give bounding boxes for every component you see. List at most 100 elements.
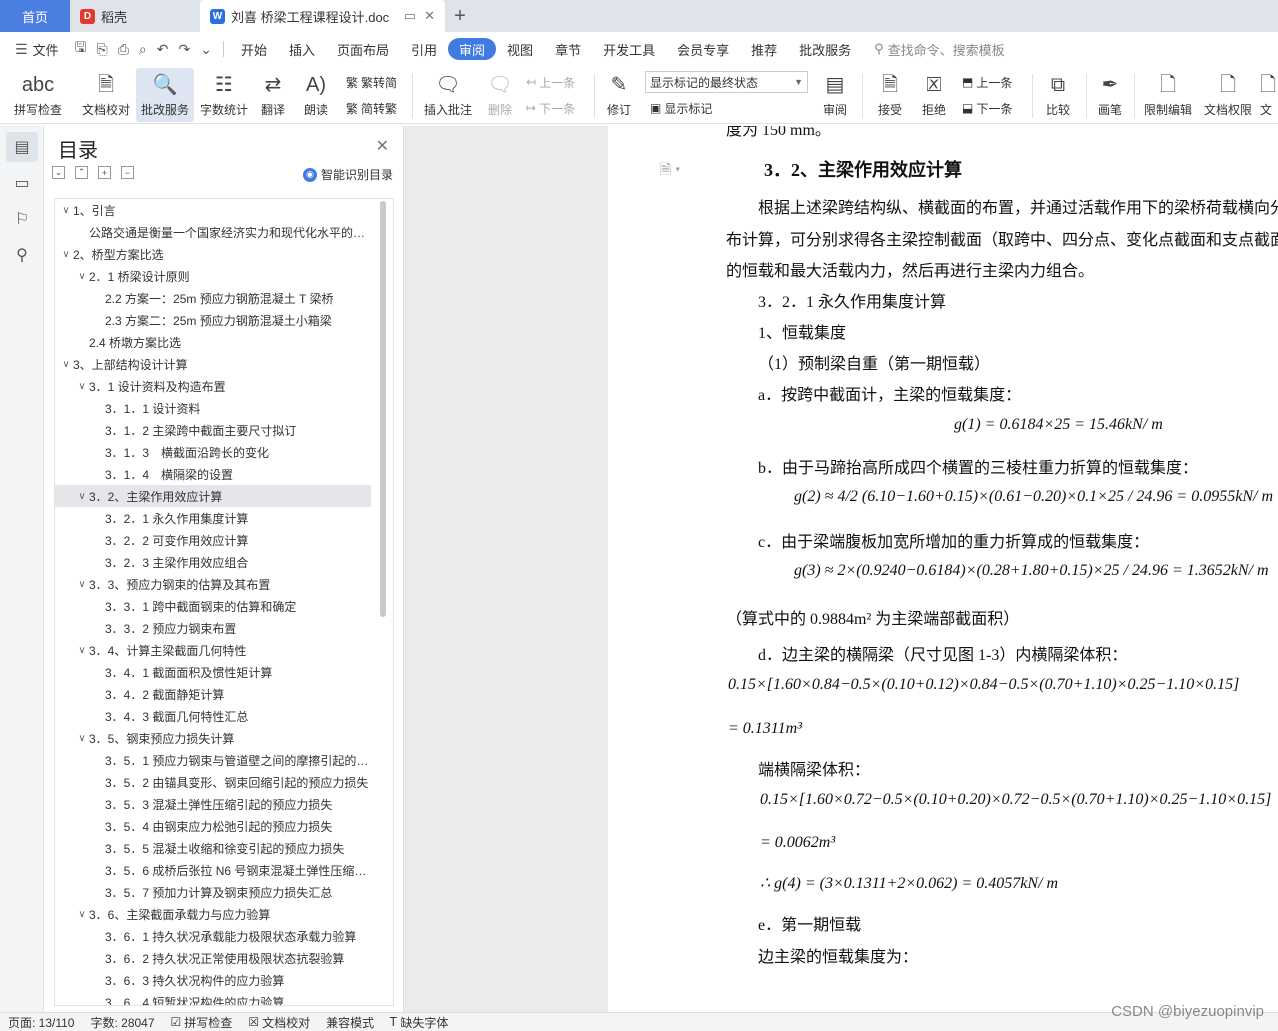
toc-item[interactable]: 3．5．6 成桥后张拉 N6 号钢束混凝土弹性压缩引起的预应力损失 xyxy=(55,859,371,881)
accept-button[interactable]: 🗎 接受 xyxy=(870,68,910,122)
chevron-down-icon[interactable]: ∨ xyxy=(59,359,73,370)
toc-item[interactable]: 公路交通是衡量一个国家经济实力和现代化水平的重要标志... xyxy=(55,221,371,243)
chevron-down-icon[interactable]: ∨ xyxy=(75,909,89,920)
chevron-down-icon[interactable]: ∨ xyxy=(75,645,89,656)
menu-reference[interactable]: 引用 xyxy=(400,38,448,60)
doc-permission-button[interactable]: 🗋 文档权限 xyxy=(1200,68,1256,122)
toc-item[interactable]: 3．5．3 混凝土弹性压缩引起的预应力损失 xyxy=(55,793,371,815)
print-icon[interactable]: ⎙ xyxy=(113,41,134,58)
toc-item[interactable]: ∨ 3．2、主梁作用效应计算 xyxy=(55,485,371,507)
tab-home[interactable]: 首页 xyxy=(0,0,70,32)
toc-item[interactable]: 3．6．3 持久状况构件的应力验算 xyxy=(55,969,371,991)
print-preview-icon[interactable]: ⌕ xyxy=(134,41,152,58)
doc-more-button[interactable]: 🗋 文 xyxy=(1260,68,1278,122)
toc-item[interactable]: 3．2．2 可变作用效应计算 xyxy=(55,529,371,551)
toc-item[interactable]: 2.3 方案二：25m 预应力钢筋混凝土小箱梁 xyxy=(55,309,371,331)
toc-item[interactable]: 3．4．1 截面面积及惯性矩计算 xyxy=(55,661,371,683)
status-page[interactable]: 页面: 13/110 xyxy=(0,1014,82,1031)
save-icon[interactable]: 🖫 xyxy=(70,37,92,61)
menu-recommend[interactable]: 推荐 xyxy=(740,38,788,60)
word-count-button[interactable]: ☷ 字数统计 xyxy=(198,68,250,122)
menu-section[interactable]: 章节 xyxy=(544,38,592,60)
revise-button[interactable]: ✎ 修订 xyxy=(600,68,638,122)
toc-item[interactable]: ∨ 2、桥型方案比选 xyxy=(55,243,371,265)
toc-item[interactable]: 3．1．2 主梁跨中截面主要尺寸拟订 xyxy=(55,419,371,441)
toc-item[interactable]: 3．5．5 混凝土收缩和徐变引起的预应力损失 xyxy=(55,837,371,859)
status-missing-font[interactable]: Ꭲ 缺失字体 xyxy=(382,1014,456,1031)
doc-check-button[interactable]: 🗎 文档校对 xyxy=(78,68,134,122)
toc-item[interactable]: 2.4 桥墩方案比选 xyxy=(55,331,371,353)
chevron-down-icon[interactable]: ∨ xyxy=(75,579,89,590)
new-tab-button[interactable]: + xyxy=(445,0,475,32)
menu-file[interactable]: 文件 xyxy=(33,38,70,60)
prev-change-button[interactable]: ⬒ 上一条 xyxy=(962,72,1012,92)
status-spellcheck[interactable]: ☑ 拼写检查 xyxy=(163,1014,241,1031)
prev-comment-button[interactable]: ↤ 上一条 xyxy=(526,72,575,92)
status-compat[interactable]: 兼容模式 xyxy=(318,1014,382,1031)
bookmark-icon[interactable]: ⚐ xyxy=(6,204,38,234)
menu-member[interactable]: 会员专享 xyxy=(666,38,740,60)
menu-layout[interactable]: 页面布局 xyxy=(326,38,400,60)
menu-insert[interactable]: 插入 xyxy=(278,38,326,60)
read-aloud-button[interactable]: A) 朗读 xyxy=(298,68,334,122)
toc-item[interactable]: ∨ 3．4、计算主梁截面几何特性 xyxy=(55,639,371,661)
chevron-down-icon[interactable]: ∨ xyxy=(59,205,73,216)
expand-all-icon[interactable]: ⌄ xyxy=(52,166,65,179)
toc-item[interactable]: 3．4．3 截面几何特性汇总 xyxy=(55,705,371,727)
toc-item[interactable]: ∨ 3．1 设计资料及构造布置 xyxy=(55,375,371,397)
more-icon[interactable]: ⌄ xyxy=(195,41,217,58)
toc-item[interactable]: ∨ 3．5、钢束预应力损失计算 xyxy=(55,727,371,749)
export-icon[interactable]: ⎘ xyxy=(92,41,113,58)
close-tab-icon[interactable]: ✕ xyxy=(424,8,435,24)
menu-view[interactable]: 视图 xyxy=(496,38,544,60)
toc-item[interactable]: 3．6．4 短暂状况构件的应力验算 xyxy=(55,991,371,1006)
menu-start[interactable]: 开始 xyxy=(230,38,278,60)
toc-item[interactable]: 3．5．1 预应力钢束与管道壁之间的摩擦引起的预应力损失 xyxy=(55,749,371,771)
pin-tab-icon[interactable]: ▭ xyxy=(404,8,416,24)
next-change-button[interactable]: ⬓ 下一条 xyxy=(962,98,1012,118)
redo-icon[interactable]: ↷ xyxy=(174,41,196,58)
remove-heading-icon[interactable]: − xyxy=(121,166,134,179)
document-page[interactable]: 🗎 ▾ 度为 150 mm。 3．2、主梁作用效应计算 根据上述梁跨结构纵、横截面的… xyxy=(608,126,1278,1012)
paragraph-menu-icon[interactable]: 🗎 ▾ xyxy=(660,159,680,183)
tab-daoke[interactable]: D 稻壳 xyxy=(70,0,200,32)
toc-item[interactable]: ∨ 2．1 桥梁设计原则 xyxy=(55,265,371,287)
insert-comment-button[interactable]: 🗨 插入批注 xyxy=(420,68,476,122)
status-proof[interactable]: ☒ 文档校对 xyxy=(240,1014,318,1031)
smart-toc-button[interactable]: ◉ 智能识别目录 xyxy=(302,166,393,183)
toc-item[interactable]: 3．2．1 永久作用集度计算 xyxy=(55,507,371,529)
hamburger-icon[interactable]: ☰ xyxy=(10,41,33,58)
toc-item[interactable]: ∨ 3、上部结构设计计算 xyxy=(55,353,371,375)
to-traditional-button[interactable]: 繁 繁转简 xyxy=(346,72,397,92)
spellcheck-button[interactable]: abc 拼写检查 xyxy=(8,68,68,122)
toc-item[interactable]: ∨ 3．3、预应力钢束的估算及其布置 xyxy=(55,573,371,595)
toc-item[interactable]: 3．1．4 横隔梁的设置 xyxy=(55,463,371,485)
markup-state-select[interactable]: 显示标记的最终状态 ▼ xyxy=(645,71,808,93)
toc-item[interactable]: 2.2 方案一：25m 预应力钢筋混凝土 T 梁桥 xyxy=(55,287,371,309)
to-simplified-button[interactable]: 繁 简转繁 xyxy=(346,98,397,118)
menu-devtools[interactable]: 开发工具 xyxy=(592,38,666,60)
toc-item[interactable]: 3．6．2 持久状况正常使用极限状态抗裂验算 xyxy=(55,947,371,969)
toc-item[interactable]: 3．5．2 由锚具变形、钢束回缩引起的预应力损失 xyxy=(55,771,371,793)
toc-item[interactable]: 3．4．2 截面静矩计算 xyxy=(55,683,371,705)
toc-item[interactable]: 3．5．4 由钢束应力松弛引起的预应力损失 xyxy=(55,815,371,837)
undo-icon[interactable]: ↶ xyxy=(152,41,174,58)
tab-document[interactable]: W 刘喜 桥梁工程课程设计.doc ▭ ✕ xyxy=(200,0,445,32)
chevron-down-icon[interactable]: ∨ xyxy=(75,491,89,502)
toc-item[interactable]: ∨ 3．6、主梁截面承载力与应力验算 xyxy=(55,903,371,925)
toc-item[interactable]: 3．5．7 预加力计算及钢束预应力损失汇总 xyxy=(55,881,371,903)
search-icon[interactable]: ⚲ xyxy=(6,240,38,270)
toc-item[interactable]: 3．1．1 设计资料 xyxy=(55,397,371,419)
toc-scrollbar[interactable] xyxy=(380,201,386,617)
compare-button[interactable]: ⧉ 比较 xyxy=(1038,68,1078,122)
chevron-down-icon[interactable]: ∨ xyxy=(75,733,89,744)
add-heading-icon[interactable]: + xyxy=(98,166,111,179)
toc-item[interactable]: 3．2．3 主梁作用效应组合 xyxy=(55,551,371,573)
toc-item[interactable]: ∨ 1、引言 xyxy=(55,199,371,221)
chevron-down-icon[interactable]: ∨ xyxy=(75,271,89,282)
toc-item[interactable]: 3．6．1 持久状况承载能力极限状态承载力验算 xyxy=(55,925,371,947)
translate-button[interactable]: ⇄ 翻译 xyxy=(254,68,292,122)
delete-comment-button[interactable]: 🗨 删除 xyxy=(480,68,520,122)
menu-review[interactable]: 审阅 xyxy=(448,38,497,60)
pen-button[interactable]: ✒ 画笔 xyxy=(1092,68,1128,122)
